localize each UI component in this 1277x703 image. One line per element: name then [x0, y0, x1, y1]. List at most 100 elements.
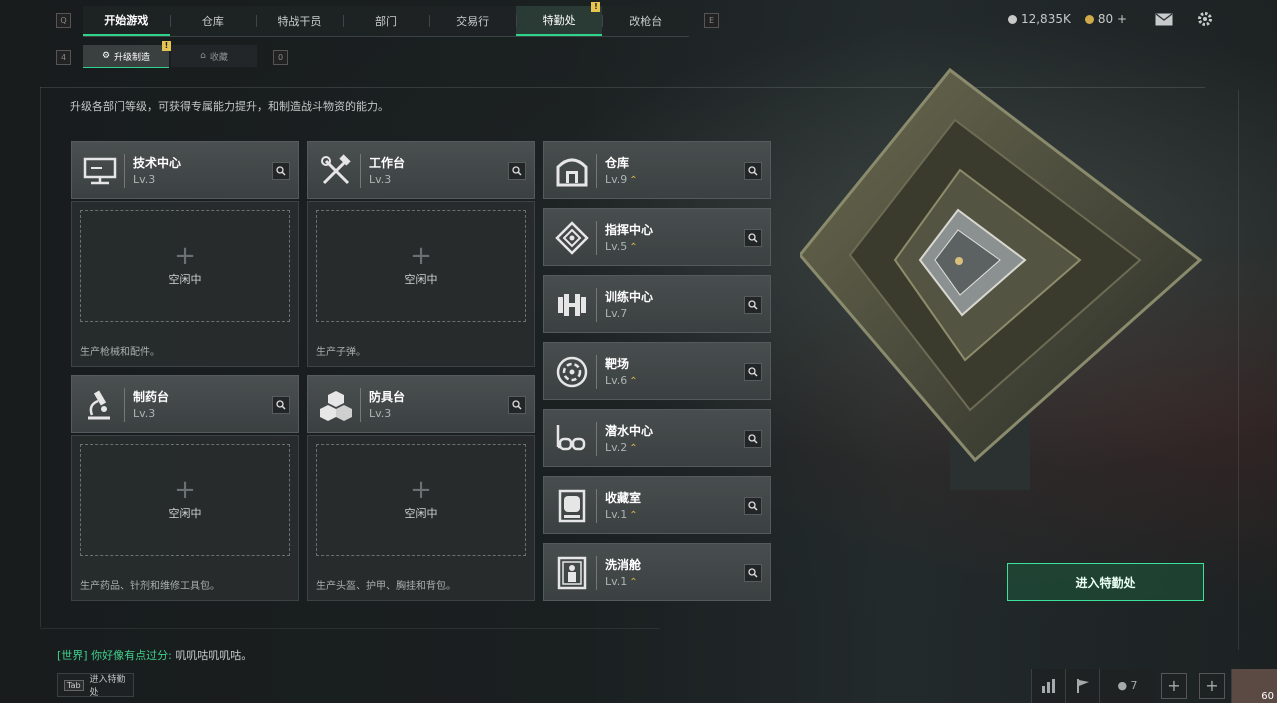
- facility-card-workbench[interactable]: 工作台 Lv.3: [307, 141, 535, 199]
- friends-count: 7: [1130, 679, 1138, 692]
- stats-chart-icon[interactable]: [1031, 668, 1065, 703]
- subtab-next-key-hint: 0: [273, 50, 288, 65]
- production-slot[interactable]: + 空闲中: [316, 444, 526, 556]
- inspect-search-icon[interactable]: [744, 497, 762, 515]
- facility-card-command-center[interactable]: 指挥中心 Lv.5 ⌃: [543, 208, 771, 266]
- warehouse-icon: [554, 153, 590, 189]
- facility-card-diving-center[interactable]: 潜水中心 Lv.2 ⌃: [543, 409, 771, 467]
- production-description: 生产枪械和配件。: [80, 347, 160, 358]
- facility-card-tech-center[interactable]: 技术中心 Lv.3: [71, 141, 299, 199]
- level-value: Lv.6: [605, 374, 628, 387]
- top-right-status: 12,835K 80 +: [1007, 10, 1277, 28]
- inspect-search-icon[interactable]: [744, 296, 762, 314]
- player-avatar[interactable]: 60: [1231, 668, 1277, 703]
- facility-level: Lv.1 ⌃: [605, 508, 638, 521]
- production-slot[interactable]: + 空闲中: [80, 210, 290, 322]
- divider: [596, 288, 597, 322]
- add-tickets-icon[interactable]: +: [1117, 12, 1127, 26]
- tab-market[interactable]: 交易行: [429, 6, 516, 36]
- inspect-search-icon[interactable]: [744, 363, 762, 381]
- upgrade-available-icon: ⌃: [629, 376, 638, 387]
- tab-label: 改枪台: [629, 15, 663, 28]
- goggles-icon: [554, 421, 590, 457]
- chat-sender: 你好像有点过分:: [91, 649, 172, 662]
- upgrade-available-icon: ⌃: [629, 175, 638, 186]
- divider: [596, 154, 597, 188]
- tab-start-game[interactable]: 开始游戏: [83, 6, 170, 36]
- currency-display: 12,835K: [1007, 12, 1071, 26]
- facility-name: 仓库: [605, 156, 630, 170]
- flag-icon[interactable]: [1065, 668, 1099, 703]
- facility-level: Lv.1 ⌃: [605, 575, 638, 588]
- computer-icon: [82, 153, 118, 189]
- production-description: 生产头盔、护甲、胸挂和背包。: [316, 581, 456, 592]
- inspect-search-icon[interactable]: [508, 396, 526, 414]
- tab-gunsmith[interactable]: 改枪台: [602, 6, 689, 36]
- facility-level: Lv.2 ⌃: [605, 441, 638, 454]
- facility-level: Lv.7: [605, 307, 627, 320]
- facility-card-decon-chamber[interactable]: 洗消舱 Lv.1 ⌃: [543, 543, 771, 601]
- mail-icon[interactable]: [1155, 12, 1173, 26]
- inspect-search-icon[interactable]: [744, 229, 762, 247]
- bottom-toolbar: ● 7 + + 60: [1031, 668, 1277, 703]
- invite-slot-plus-icon[interactable]: +: [1161, 672, 1187, 699]
- inspect-search-icon[interactable]: [508, 162, 526, 180]
- subtab-upgrade-craft[interactable]: ⚙ 升级制造 !: [83, 41, 171, 68]
- facility-card-warehouse[interactable]: 仓库 Lv.9 ⌃: [543, 141, 771, 199]
- silver-coin-icon: [1007, 14, 1017, 24]
- slot-status: 空闲中: [404, 273, 438, 286]
- inspect-search-icon[interactable]: [272, 162, 290, 180]
- tab-operators[interactable]: 特战干员: [256, 6, 343, 36]
- production-description: 生产子弹。: [316, 347, 366, 358]
- production-panel-pharmacy: + 空闲中 生产药品、针剂和维修工具包。: [71, 435, 299, 601]
- facility-card-collection-room[interactable]: 收藏室 Lv.1 ⌃: [543, 476, 771, 534]
- divider: [596, 355, 597, 389]
- facility-level: Lv.5 ⌃: [605, 240, 638, 253]
- facility-card-armor-bench[interactable]: 防具台 Lv.3: [307, 375, 535, 433]
- tab-warehouse[interactable]: 仓库: [169, 6, 257, 36]
- divider: [360, 388, 361, 422]
- chat-channel: [世界]: [57, 649, 88, 662]
- upgrade-available-icon: ⌃: [629, 510, 638, 521]
- tab-enter-hint-button[interactable]: Tab 进入特勤处: [57, 673, 134, 698]
- notification-badge: !: [162, 41, 171, 51]
- add-icon: +: [410, 241, 432, 271]
- collection-icon: ⌂: [200, 51, 206, 61]
- facility-card-pharmacy[interactable]: 制药台 Lv.3: [71, 375, 299, 433]
- facility-level: Lv.9 ⌃: [605, 173, 638, 186]
- enter-special-ops-button[interactable]: 进入特勤处: [1007, 563, 1204, 601]
- level-value: Lv.5: [605, 240, 628, 253]
- inspect-search-icon[interactable]: [272, 396, 290, 414]
- facility-card-shooting-range[interactable]: 靶场 Lv.6 ⌃: [543, 342, 771, 400]
- player-level: 60: [1261, 690, 1274, 702]
- friends-icon: ●: [1117, 679, 1128, 692]
- tab-special-ops[interactable]: 特勤处!: [515, 2, 603, 36]
- settings-gear-icon[interactable]: [1197, 11, 1213, 27]
- facility-level: Lv.6 ⌃: [605, 374, 638, 387]
- nav-next-key-hint: E: [704, 13, 719, 28]
- upgrade-available-icon: ⌃: [629, 242, 638, 253]
- chat-line[interactable]: [世界] 你好像有点过分: 叽叽咕叽叽咕。: [57, 647, 252, 663]
- command-icon: [554, 220, 590, 256]
- production-slot[interactable]: + 空闲中: [316, 210, 526, 322]
- facility-name: 训练中心: [605, 290, 654, 304]
- add-icon: +: [174, 241, 196, 271]
- inspect-search-icon[interactable]: [744, 162, 762, 180]
- cubes-icon: [318, 387, 354, 423]
- add-icon: +: [410, 475, 432, 505]
- tickets-display[interactable]: 80 +: [1084, 12, 1127, 26]
- facility-card-training-center[interactable]: 训练中心 Lv.7: [543, 275, 771, 333]
- tab-label: 仓库: [201, 15, 224, 28]
- production-description: 生产药品、针剂和维修工具包。: [80, 581, 220, 592]
- inspect-search-icon[interactable]: [744, 564, 762, 582]
- inspect-search-icon[interactable]: [744, 430, 762, 448]
- production-slot[interactable]: + 空闲中: [80, 444, 290, 556]
- subtab-collection[interactable]: ⌂ 收藏: [171, 45, 257, 67]
- invite-slot-plus-icon[interactable]: +: [1199, 672, 1225, 699]
- friends-button[interactable]: ● 7: [1099, 668, 1155, 703]
- production-panel-workbench: + 空闲中 生产子弹。: [307, 201, 535, 367]
- divider: [596, 489, 597, 523]
- tab-label: 特勤处: [542, 14, 576, 27]
- facility-name: 工作台: [369, 156, 406, 170]
- tab-department[interactable]: 部门: [342, 6, 430, 36]
